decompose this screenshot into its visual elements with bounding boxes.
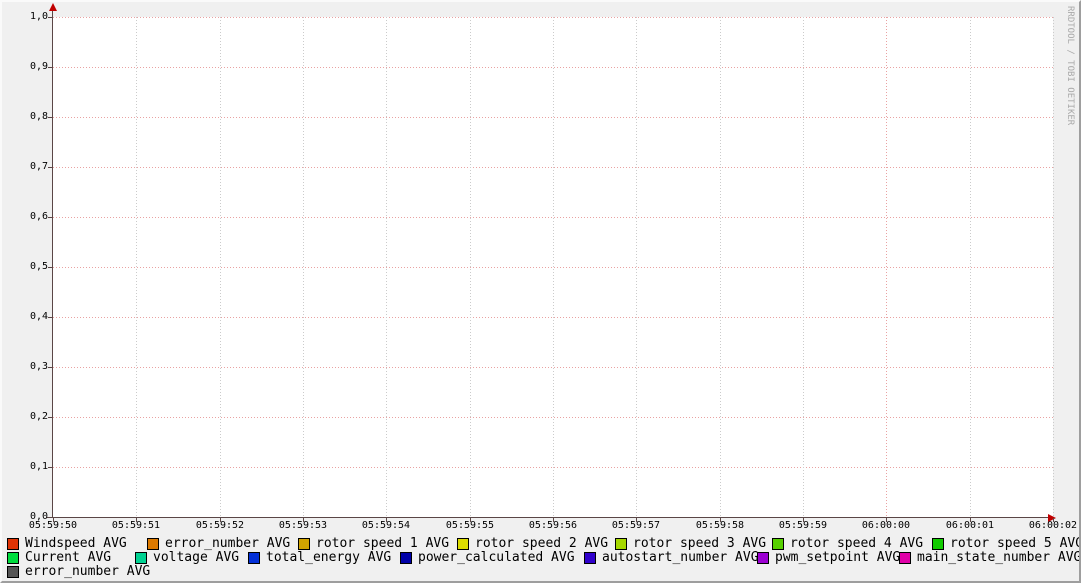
x-tick-label: 05:59:51: [106, 520, 166, 532]
legend-swatch-icon: [584, 552, 596, 564]
x-tick-label: 05:59:56: [523, 520, 583, 532]
x-tick-label: 06:00:00: [856, 520, 916, 532]
x-tick-label: 05:59:50: [23, 520, 83, 532]
legend-swatch-icon: [457, 538, 469, 550]
legend-swatch-icon: [147, 538, 159, 550]
legend-item: pwm_setpoint AVG: [757, 551, 900, 564]
legend-label: voltage AVG: [153, 551, 239, 564]
y-tick-label: 0,7: [12, 161, 48, 173]
legend-item: power_calculated AVG: [400, 551, 575, 564]
legend-label: power_calculated AVG: [418, 551, 575, 564]
y-tick: [48, 167, 53, 168]
y-tick: [48, 67, 53, 68]
legend-label: rotor speed 3 AVG: [633, 537, 766, 550]
legend-label: rotor speed 5 AVG: [950, 537, 1081, 550]
legend-item: autostart_number AVG: [584, 551, 759, 564]
legend-swatch-icon: [772, 538, 784, 550]
legend-item: error_number AVG: [7, 565, 150, 578]
x-tick-label: 05:59:53: [273, 520, 333, 532]
x-tick-label: 05:59:54: [356, 520, 416, 532]
y-tick-label: 0,5: [12, 261, 48, 273]
legend-swatch-icon: [298, 538, 310, 550]
legend-label: error_number AVG: [165, 537, 290, 550]
legend-item: rotor speed 1 AVG: [298, 537, 449, 550]
legend-label: Current AVG: [25, 551, 111, 564]
v-gridline: [303, 17, 304, 517]
legend-item: Windspeed AVG: [7, 537, 127, 550]
v-gridline: [970, 17, 971, 517]
legend-item: total_energy AVG: [248, 551, 391, 564]
legend-swatch-icon: [615, 538, 627, 550]
legend-item: main_state_number AVG: [899, 551, 1081, 564]
v-gridline: [636, 17, 637, 517]
rrdtool-graph: 1,00,90,80,70,60,50,40,30,20,10,005:59:5…: [0, 0, 1081, 583]
legend-swatch-icon: [7, 538, 19, 550]
v-gridline: [720, 17, 721, 517]
y-axis-line: [52, 8, 53, 517]
legend-item: voltage AVG: [135, 551, 239, 564]
y-tick-label: 0,4: [12, 311, 48, 323]
y-tick-label: 0,1: [12, 461, 48, 473]
v-gridline: [803, 17, 804, 517]
y-tick-label: 1,0: [12, 11, 48, 23]
v-gridline: [470, 17, 471, 517]
legend-swatch-icon: [135, 552, 147, 564]
y-tick: [48, 217, 53, 218]
y-tick-label: 0,6: [12, 211, 48, 223]
legend-item: error_number AVG: [147, 537, 290, 550]
y-tick: [48, 267, 53, 268]
legend-label: pwm_setpoint AVG: [775, 551, 900, 564]
legend-swatch-icon: [400, 552, 412, 564]
y-tick-label: 0,9: [12, 61, 48, 73]
v-gridline: [886, 17, 887, 517]
legend-item: rotor speed 2 AVG: [457, 537, 608, 550]
y-tick-label: 0,8: [12, 111, 48, 123]
v-gridline: [553, 17, 554, 517]
y-tick: [48, 117, 53, 118]
v-gridline: [1053, 17, 1054, 517]
v-gridline: [136, 17, 137, 517]
x-tick-label: 05:59:57: [606, 520, 666, 532]
y-tick: [48, 417, 53, 418]
rrdtool-watermark: RRDTOOL / TOBI OETIKER: [1065, 6, 1075, 125]
legend-label: Windspeed AVG: [25, 537, 127, 550]
y-tick-label: 0,2: [12, 411, 48, 423]
legend-item: rotor speed 4 AVG: [772, 537, 923, 550]
x-tick-label: 05:59:58: [690, 520, 750, 532]
legend-swatch-icon: [7, 552, 19, 564]
x-tick-label: 06:00:01: [940, 520, 1000, 532]
y-tick-label: 0,3: [12, 361, 48, 373]
legend-swatch-icon: [248, 552, 260, 564]
y-tick: [48, 367, 53, 368]
legend-label: total_energy AVG: [266, 551, 391, 564]
legend-swatch-icon: [899, 552, 911, 564]
x-axis-line: [47, 517, 1054, 518]
legend-swatch-icon: [757, 552, 769, 564]
y-tick: [48, 17, 53, 18]
legend-label: rotor speed 2 AVG: [475, 537, 608, 550]
legend-label: error_number AVG: [25, 565, 150, 578]
x-tick-label: 05:59:55: [440, 520, 500, 532]
x-tick-label: 06:00:02: [1023, 520, 1081, 532]
legend-label: main_state_number AVG: [917, 551, 1081, 564]
legend-item: Current AVG: [7, 551, 111, 564]
legend-label: autostart_number AVG: [602, 551, 759, 564]
legend-label: rotor speed 4 AVG: [790, 537, 923, 550]
legend-swatch-icon: [932, 538, 944, 550]
legend-item: rotor speed 5 AVG: [932, 537, 1081, 550]
v-gridline: [386, 17, 387, 517]
y-axis-arrow-icon: [49, 3, 57, 11]
v-gridline: [220, 17, 221, 517]
legend-swatch-icon: [7, 566, 19, 578]
x-tick-label: 05:59:52: [190, 520, 250, 532]
y-tick: [48, 317, 53, 318]
y-tick: [48, 467, 53, 468]
legend-item: rotor speed 3 AVG: [615, 537, 766, 550]
legend-label: rotor speed 1 AVG: [316, 537, 449, 550]
x-tick-label: 05:59:59: [773, 520, 833, 532]
